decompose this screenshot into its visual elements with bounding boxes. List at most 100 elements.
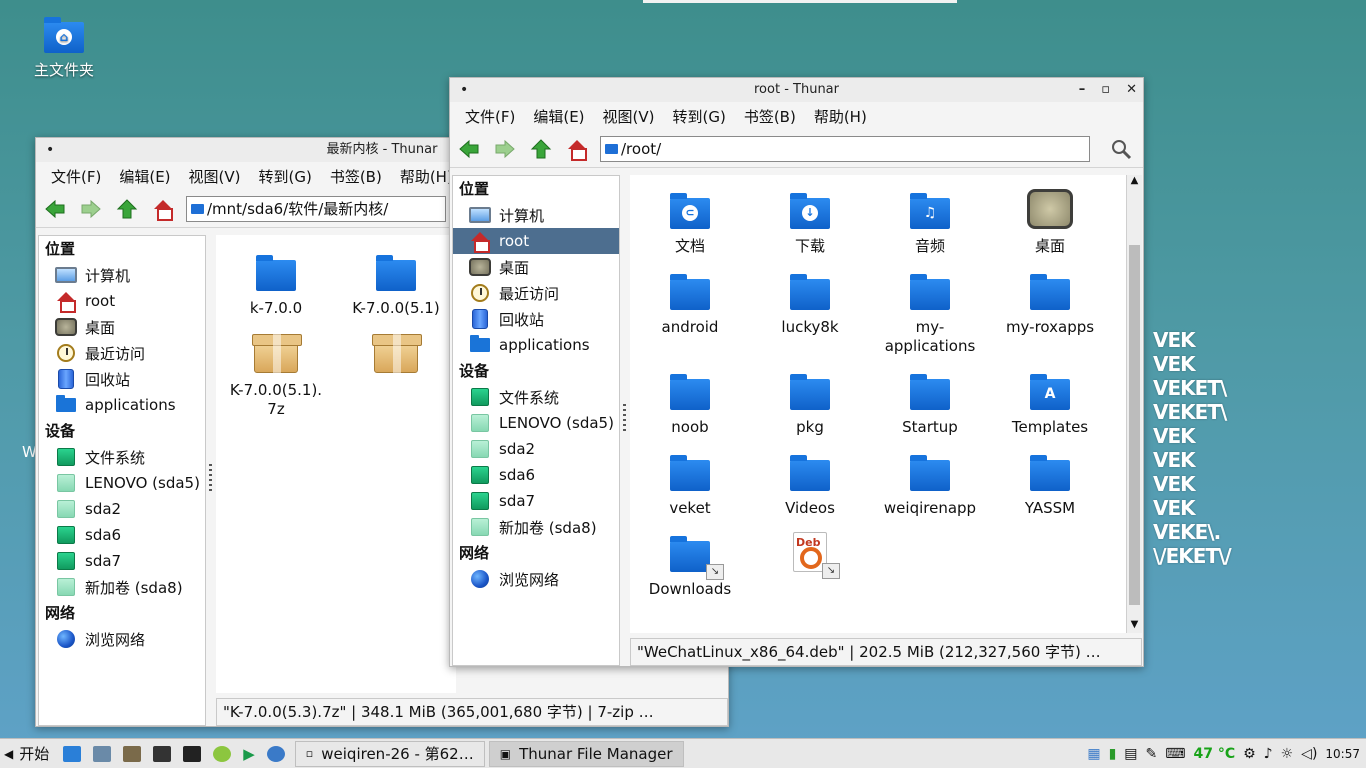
menu-go[interactable]: 转到(G) — [664, 106, 735, 127]
sidebar-item-applications[interactable]: applications — [453, 332, 619, 358]
file-item[interactable]: veket — [630, 445, 750, 518]
file-item[interactable]: YASSM — [990, 445, 1110, 518]
clipboard-tray-icon[interactable]: ▤ — [1124, 746, 1137, 762]
settings-quicklaunch-icon[interactable] — [153, 745, 172, 762]
menu-bookmarks[interactable]: 书签(B) — [321, 166, 391, 187]
menu-bookmarks[interactable]: 书签(B) — [735, 106, 805, 127]
location-bar[interactable]: /root/ — [600, 135, 1090, 162]
menu-view[interactable]: 视图(V) — [180, 166, 250, 187]
window-menu-icon[interactable]: • — [46, 138, 54, 162]
file-item[interactable]: K-7.0.0(5.1). 7z — [216, 327, 336, 419]
file-item[interactable]: lucky8k — [750, 264, 870, 337]
menu-go[interactable]: 转到(G) — [250, 166, 321, 187]
network-tray-icon[interactable]: ▦ — [1087, 746, 1100, 762]
sidebar-item-computer[interactable]: 计算机 — [453, 202, 619, 228]
forward-button[interactable] — [492, 136, 518, 162]
file-item[interactable]: pkg — [750, 364, 870, 437]
sidebar-item-trash[interactable]: 回收站 — [453, 306, 619, 332]
sidebar-item-sda2[interactable]: sda2 — [453, 436, 619, 462]
brightness-tray-icon[interactable]: ☼ — [1281, 746, 1294, 762]
sidebar-item-recent[interactable]: 最近访问 — [39, 340, 205, 366]
sidebar-item-applications[interactable]: applications — [39, 392, 205, 418]
file-item[interactable]: weiqirenapp — [870, 445, 990, 518]
file-item[interactable]: k-7.0.0 — [216, 245, 336, 318]
sidebar-item-recent[interactable]: 最近访问 — [453, 280, 619, 306]
window-titlebar[interactable]: • root - Thunar – ▫ ✕ — [450, 78, 1143, 102]
menu-help[interactable]: 帮助(H) — [805, 106, 876, 127]
desktop-home-folder[interactable]: ⌂ 主文件夹 — [24, 17, 104, 80]
menu-edit[interactable]: 编辑(E) — [524, 106, 593, 127]
maximize-icon[interactable]: ▫ — [1101, 78, 1110, 102]
sidebar-item-filesystem[interactable]: 文件系统 — [453, 384, 619, 410]
home-button[interactable] — [564, 136, 590, 162]
search-button[interactable] — [1108, 136, 1134, 162]
sidebar-item-root[interactable]: root — [39, 288, 205, 314]
location-bar[interactable]: /mnt/sda6/软件/最新内核/ — [186, 195, 446, 222]
screen-quicklaunch-icon[interactable] — [93, 745, 112, 762]
sidebar-item-sda2[interactable]: sda2 — [39, 496, 205, 522]
scroll-thumb[interactable] — [1129, 245, 1140, 605]
sidebar-item-filesystem[interactable]: 文件系统 — [39, 444, 205, 470]
window-menu-icon[interactable]: • — [460, 78, 468, 102]
keyboard-tray-icon[interactable]: ⌨ — [1165, 746, 1185, 762]
file-item[interactable]: noob — [630, 364, 750, 437]
notification-bell-icon[interactable]: ♪ — [1264, 746, 1273, 762]
task-weiqiren[interactable]: ▫ weiqiren-26 - 第62… — [294, 740, 485, 767]
browser-quicklaunch-icon[interactable] — [213, 745, 232, 762]
menu-edit[interactable]: 编辑(E) — [110, 166, 179, 187]
desktop-quicklaunch-icon[interactable] — [63, 745, 82, 762]
file-item[interactable]: Startup — [870, 364, 990, 437]
file-item[interactable]: ↓ 下载 — [750, 183, 870, 256]
up-button[interactable] — [528, 136, 554, 162]
sidebar-item-sda5[interactable]: LENOVO (sda5) — [39, 470, 205, 496]
file-item[interactable] — [336, 327, 456, 381]
file-item[interactable]: ⊂ 文档 — [630, 183, 750, 256]
menu-view[interactable]: 视图(V) — [594, 106, 664, 127]
sidebar-item-browse-network[interactable]: 浏览网络 — [39, 626, 205, 652]
sidebar-item-desktop[interactable]: 桌面 — [39, 314, 205, 340]
file-item[interactable]: Videos — [750, 445, 870, 518]
file-item[interactable]: my- applications — [870, 264, 990, 356]
sidebar-item-sda6[interactable]: sda6 — [453, 462, 619, 488]
sidebar-item-sda5[interactable]: LENOVO (sda5) — [453, 410, 619, 436]
input-method-tray-icon[interactable]: ⚙ — [1243, 746, 1256, 762]
file-item[interactable]: my-roxapps — [990, 264, 1110, 337]
close-icon[interactable]: ✕ — [1126, 78, 1137, 102]
pane-resize-handle[interactable] — [623, 404, 626, 434]
up-button[interactable] — [114, 196, 140, 222]
sidebar-item-sda7[interactable]: sda7 — [453, 488, 619, 514]
tools-quicklaunch-icon[interactable] — [123, 745, 142, 762]
sidebar-item-browse-network[interactable]: 浏览网络 — [453, 566, 619, 592]
battery-tray-icon[interactable]: ▮ — [1109, 746, 1117, 762]
sidebar-item-root[interactable]: root — [453, 228, 619, 254]
sidebar-item-sda8[interactable]: 新加卷 (sda8) — [453, 514, 619, 540]
forward-button[interactable] — [78, 196, 104, 222]
player-quicklaunch-icon[interactable]: ▶ — [243, 745, 255, 763]
file-item[interactable]: Deb ↘ — [750, 526, 870, 580]
start-button[interactable]: ◀ 开始 — [0, 743, 57, 764]
sidebar-item-sda7[interactable]: sda7 — [39, 548, 205, 574]
menu-file[interactable]: 文件(F) — [42, 166, 110, 187]
back-button[interactable] — [456, 136, 482, 162]
menu-file[interactable]: 文件(F) — [456, 106, 524, 127]
file-item[interactable]: ↘ Downloads — [630, 526, 750, 599]
file-item[interactable]: ♫ 音频 — [870, 183, 990, 256]
network-quicklaunch-icon[interactable] — [266, 745, 285, 762]
sidebar-item-desktop[interactable]: 桌面 — [453, 254, 619, 280]
sidebar-item-trash[interactable]: 回收站 — [39, 366, 205, 392]
pane-resize-handle[interactable] — [209, 464, 212, 494]
back-button[interactable] — [42, 196, 68, 222]
task-thunar[interactable]: ▣ Thunar File Manager — [488, 740, 684, 767]
file-item[interactable]: android — [630, 264, 750, 337]
pen-tray-icon[interactable]: ✎ — [1146, 746, 1158, 762]
file-item[interactable]: 桌面 — [990, 183, 1110, 256]
vertical-scrollbar[interactable]: ▲ ▼ — [1126, 175, 1142, 633]
file-item[interactable]: A Templates — [990, 364, 1110, 437]
file-item[interactable]: K-7.0.0(5.1) — [336, 245, 456, 318]
terminal-quicklaunch-icon[interactable] — [183, 745, 202, 762]
clock[interactable]: 10:57 — [1325, 747, 1360, 761]
home-button[interactable] — [150, 196, 176, 222]
volume-tray-icon[interactable]: ◁) — [1301, 746, 1317, 762]
minimize-icon[interactable]: – — [1079, 78, 1086, 102]
sidebar-item-sda8[interactable]: 新加卷 (sda8) — [39, 574, 205, 600]
